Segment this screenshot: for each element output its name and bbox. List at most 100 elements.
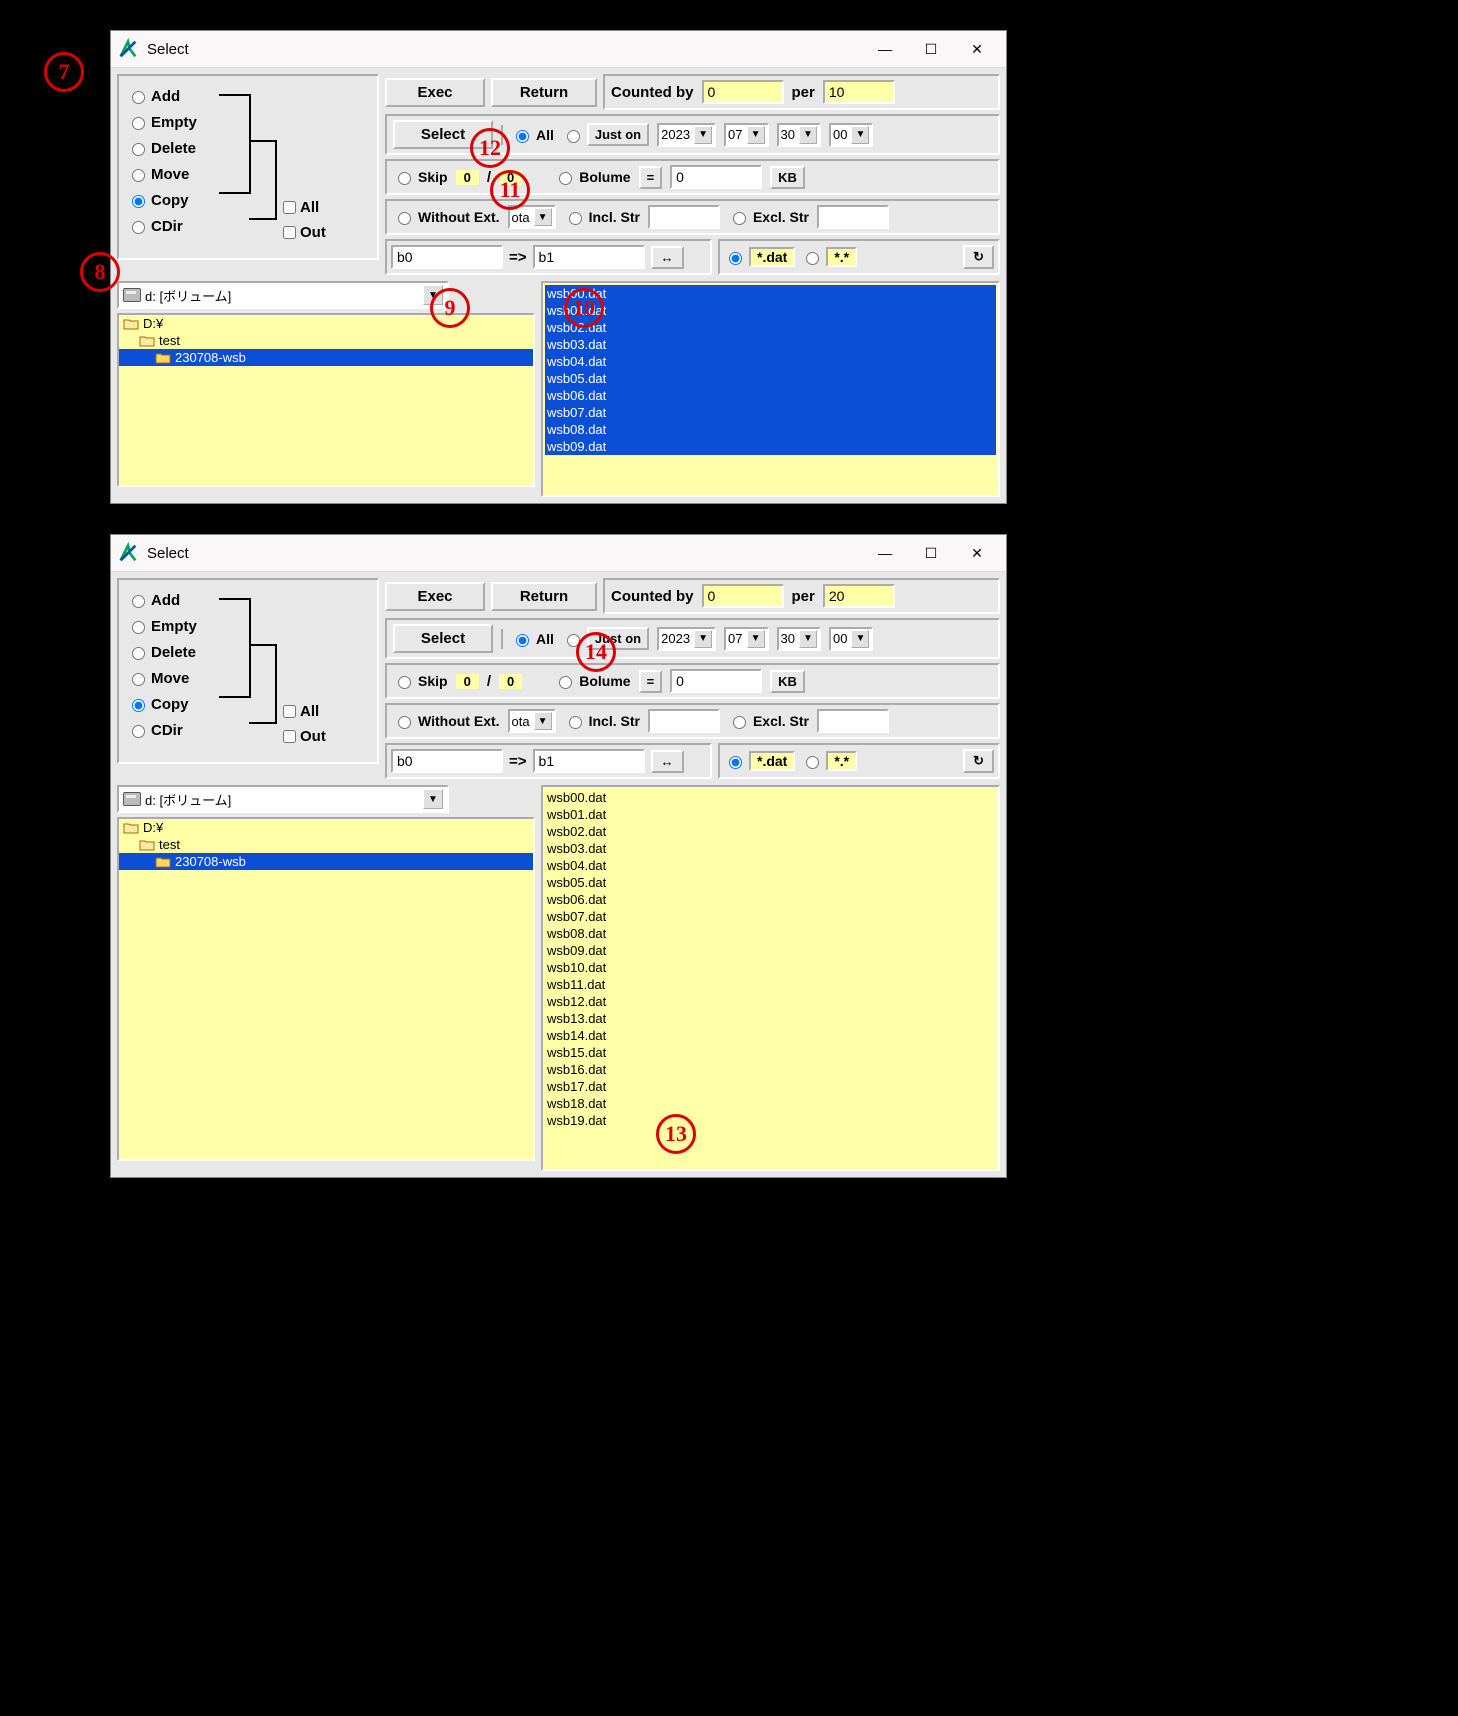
tree-item[interactable]: test — [119, 836, 533, 853]
tree-item[interactable]: 230708-wsb — [119, 853, 533, 870]
eq-button[interactable]: = — [639, 166, 663, 189]
radio-bolume[interactable]: Bolume — [554, 673, 630, 689]
tree-item[interactable]: D:¥ — [119, 819, 533, 836]
check-all[interactable]: All — [279, 702, 326, 721]
chevron-down-icon[interactable]: ▼ — [799, 630, 817, 648]
file-item[interactable]: wsb16.dat — [547, 1061, 994, 1078]
chevron-down-icon[interactable]: ▼ — [747, 630, 765, 648]
month-dropdown[interactable]: 07▼ — [724, 627, 768, 651]
chevron-down-icon[interactable]: ▼ — [851, 126, 869, 144]
file-item[interactable]: wsb01.dat — [545, 302, 996, 319]
titlebar[interactable]: Select — ☐ ✕ — [111, 535, 1006, 572]
eq-button[interactable]: = — [639, 670, 663, 693]
radio-without-ext[interactable]: Without Ext. — [393, 713, 500, 729]
radio-skip[interactable]: Skip — [393, 673, 448, 689]
return-button[interactable]: Return — [491, 78, 597, 107]
refresh-button[interactable]: ↻ — [963, 749, 994, 773]
file-item[interactable]: wsb01.dat — [547, 806, 994, 823]
chevron-down-icon[interactable]: ▼ — [799, 126, 817, 144]
counted-by-input[interactable] — [702, 80, 784, 104]
select-button[interactable]: Select — [393, 624, 493, 653]
kb-button[interactable]: KB — [770, 670, 805, 693]
drive-dropdown[interactable]: d: [ボリューム] ▼ — [117, 281, 449, 309]
rename-to-input[interactable] — [533, 245, 645, 269]
chevron-down-icon[interactable]: ▼ — [534, 208, 552, 226]
refresh-button[interactable]: ↻ — [963, 245, 994, 269]
titlebar[interactable]: Select — ☐ ✕ — [111, 31, 1006, 68]
tree-item[interactable]: D:¥ — [119, 315, 533, 332]
file-item[interactable]: wsb12.dat — [547, 993, 994, 1010]
incl-str-input[interactable] — [648, 205, 720, 229]
radio-juston[interactable]: Just on — [562, 123, 649, 146]
radio-excl-str[interactable]: Excl. Str — [728, 209, 809, 225]
file-item[interactable]: wsb02.dat — [547, 823, 994, 840]
file-item[interactable]: wsb00.dat — [547, 789, 994, 806]
hour-dropdown[interactable]: 00▼ — [829, 627, 873, 651]
ext-dropdown[interactable]: ota▼ — [508, 709, 556, 733]
radio-incl-str[interactable]: Incl. Str — [564, 713, 640, 729]
rename-from-input[interactable] — [391, 749, 503, 773]
file-item[interactable]: wsb08.dat — [545, 421, 996, 438]
minimize-button[interactable]: — — [862, 538, 908, 568]
filter-dat[interactable]: *.dat — [724, 751, 795, 771]
year-dropdown[interactable]: 2023▼ — [657, 123, 716, 147]
file-item[interactable]: wsb07.dat — [545, 404, 996, 421]
drive-dropdown[interactable]: d: [ボリューム] ▼ — [117, 785, 449, 813]
file-item[interactable]: wsb05.dat — [547, 874, 994, 891]
file-item[interactable]: wsb13.dat — [547, 1010, 994, 1027]
file-list[interactable]: wsb00.datwsb01.datwsb02.datwsb03.datwsb0… — [541, 785, 1000, 1171]
file-item[interactable]: wsb07.dat — [547, 908, 994, 925]
kb-button[interactable]: KB — [770, 166, 805, 189]
chevron-down-icon[interactable]: ▼ — [423, 789, 443, 809]
day-dropdown[interactable]: 30▼ — [777, 627, 821, 651]
return-button[interactable]: Return — [491, 582, 597, 611]
radio-all[interactable]: All — [511, 631, 554, 647]
chevron-down-icon[interactable]: ▼ — [851, 630, 869, 648]
chevron-down-icon[interactable]: ▼ — [694, 126, 712, 144]
year-dropdown[interactable]: 2023▼ — [657, 627, 716, 651]
bolume-input[interactable] — [670, 165, 762, 189]
file-item[interactable]: wsb17.dat — [547, 1078, 994, 1095]
incl-str-input[interactable] — [648, 709, 720, 733]
file-item[interactable]: wsb06.dat — [545, 387, 996, 404]
per-input[interactable] — [823, 80, 895, 104]
file-item[interactable]: wsb00.dat — [545, 285, 996, 302]
check-out[interactable]: Out — [279, 727, 326, 746]
radio-without-ext[interactable]: Without Ext. — [393, 209, 500, 225]
folder-tree[interactable]: D:¥test230708-wsb — [117, 313, 535, 487]
radio-incl-str[interactable]: Incl. Str — [564, 209, 640, 225]
swap-button[interactable]: ↔ — [651, 750, 684, 773]
radio-skip[interactable]: Skip — [393, 169, 448, 185]
file-item[interactable]: wsb18.dat — [547, 1095, 994, 1112]
chevron-down-icon[interactable]: ▼ — [694, 630, 712, 648]
rename-to-input[interactable] — [533, 749, 645, 773]
file-item[interactable]: wsb02.dat — [545, 319, 996, 336]
file-item[interactable]: wsb09.dat — [547, 942, 994, 959]
radio-all[interactable]: All — [511, 127, 554, 143]
chevron-down-icon[interactable]: ▼ — [534, 712, 552, 730]
exec-button[interactable]: Exec — [385, 582, 485, 611]
file-item[interactable]: wsb04.dat — [547, 857, 994, 874]
maximize-button[interactable]: ☐ — [908, 538, 954, 568]
bolume-input[interactable] — [670, 669, 762, 693]
file-list[interactable]: wsb00.datwsb01.datwsb02.datwsb03.dat wsb0… — [541, 281, 1000, 497]
check-out[interactable]: Out — [279, 223, 326, 242]
excl-str-input[interactable] — [817, 709, 889, 733]
counted-by-input[interactable] — [702, 584, 784, 608]
day-dropdown[interactable]: 30▼ — [777, 123, 821, 147]
file-item[interactable]: wsb14.dat — [547, 1027, 994, 1044]
radio-excl-str[interactable]: Excl. Str — [728, 713, 809, 729]
mode-cdir[interactable]: CDir — [127, 718, 369, 742]
tree-item[interactable]: 230708-wsb — [119, 349, 533, 366]
file-item[interactable]: wsb10.dat — [547, 959, 994, 976]
filter-all[interactable]: *.* — [801, 751, 857, 771]
swap-button[interactable]: ↔ — [651, 246, 684, 269]
folder-tree[interactable]: D:¥test230708-wsb — [117, 817, 535, 1161]
file-item[interactable]: wsb03.dat — [545, 336, 996, 353]
file-item[interactable]: wsb03.dat — [547, 840, 994, 857]
filter-dat[interactable]: *.dat — [724, 247, 795, 267]
file-item[interactable]: wsb09.dat — [545, 438, 996, 455]
file-item[interactable]: wsb11.dat — [547, 976, 994, 993]
check-all[interactable]: All — [279, 198, 326, 217]
file-item[interactable]: wsb08.dat — [547, 925, 994, 942]
